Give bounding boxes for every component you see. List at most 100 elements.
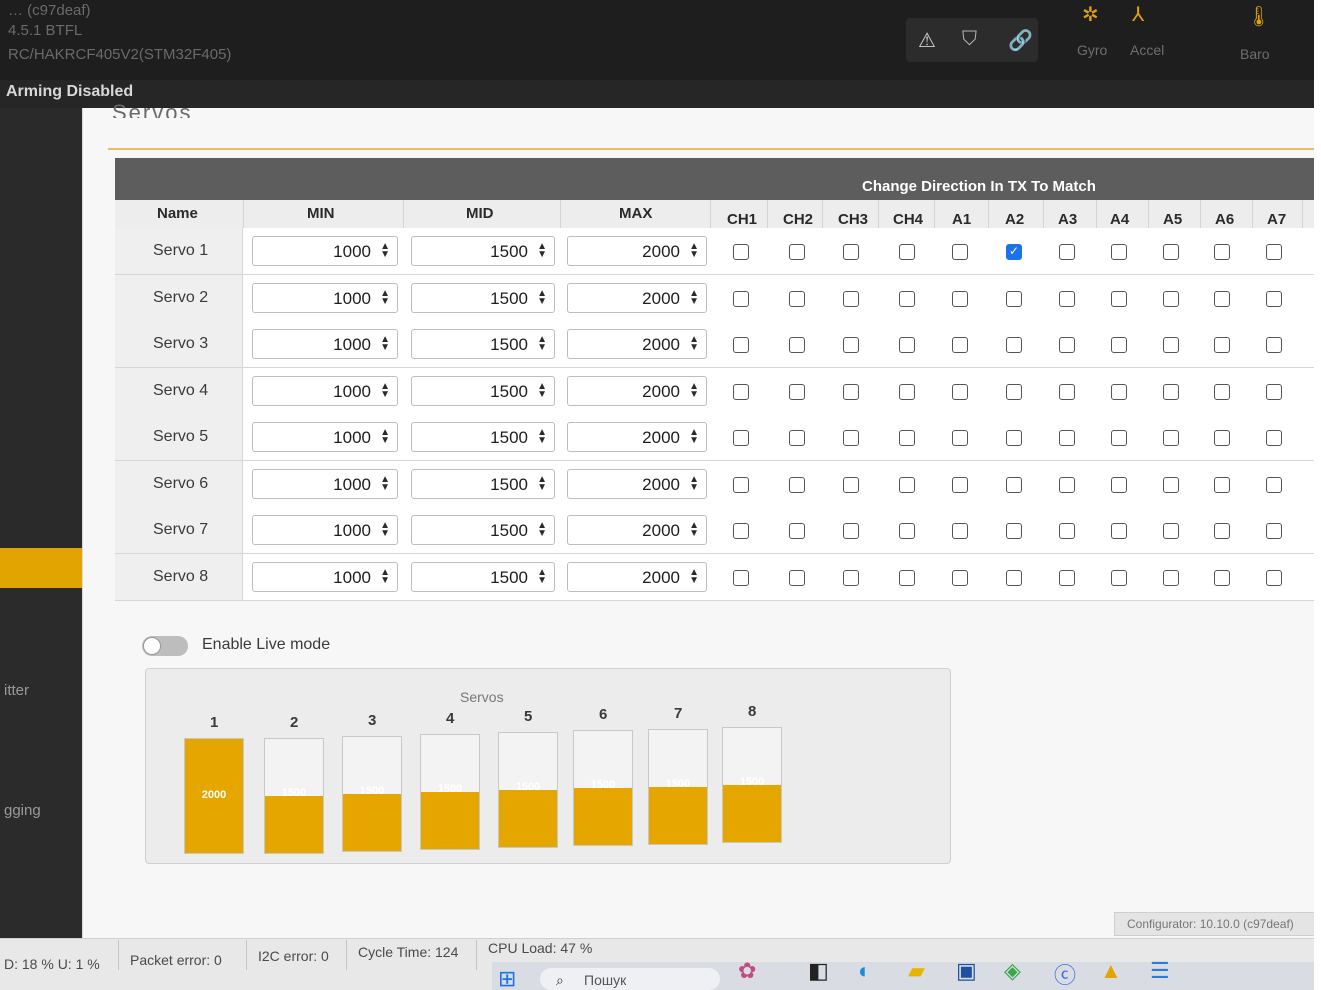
parachute-icon[interactable]: ⛉ bbox=[962, 28, 977, 51]
betaflight-icon[interactable]: ▲ bbox=[1100, 958, 1122, 984]
servo-min-input[interactable]: 1000 ▲ ▼ bbox=[252, 561, 398, 592]
reverse-checkbox-a6[interactable] bbox=[1214, 476, 1230, 493]
reverse-checkbox-a4[interactable] bbox=[1111, 290, 1127, 307]
reverse-checkbox-ch2[interactable] bbox=[789, 523, 805, 539]
spinner-arrows-icon[interactable]: ▲ ▼ bbox=[537, 474, 547, 492]
reverse-checkbox-ch2[interactable] bbox=[789, 244, 805, 260]
reverse-checkbox-a5[interactable] bbox=[1163, 290, 1179, 307]
servo-min-input[interactable]: 1000 ▲ ▼ bbox=[252, 236, 398, 266]
taskbar-search[interactable] bbox=[540, 968, 720, 990]
spinner-arrows-icon[interactable]: ▲ ▼ bbox=[380, 242, 390, 260]
servo-mid-input[interactable]: 1500 ▲ ▼ bbox=[411, 236, 555, 266]
reverse-checkbox-a4[interactable] bbox=[1111, 476, 1127, 493]
servo-mid-input[interactable]: 1500 ▲ ▼ bbox=[411, 422, 555, 452]
spinner-arrows-icon[interactable]: ▲ ▼ bbox=[380, 474, 390, 492]
reverse-checkbox-a7[interactable] bbox=[1266, 383, 1282, 400]
reverse-checkbox-a5[interactable] bbox=[1163, 383, 1179, 400]
reverse-checkbox-ch4[interactable] bbox=[899, 569, 915, 586]
reverse-checkbox-ch1[interactable] bbox=[733, 476, 749, 493]
servo-mid-input[interactable]: 1500 ▲ ▼ bbox=[411, 515, 555, 545]
servo-max-input[interactable]: 2000 ▲ ▼ bbox=[567, 282, 707, 313]
reverse-checkbox-a6[interactable] bbox=[1214, 290, 1230, 307]
servo-mid-input[interactable]: 1500 ▲ ▼ bbox=[411, 561, 555, 592]
reverse-checkbox-ch3[interactable] bbox=[843, 430, 859, 446]
spinner-arrows-icon[interactable]: ▲ ▼ bbox=[689, 428, 699, 446]
reverse-checkbox-a1[interactable] bbox=[952, 337, 968, 353]
reverse-checkbox-a4[interactable] bbox=[1111, 383, 1127, 400]
reverse-checkbox-ch3[interactable] bbox=[843, 337, 859, 353]
servo-min-input[interactable]: 1000 ▲ ▼ bbox=[252, 515, 398, 545]
reverse-checkbox-a3[interactable] bbox=[1059, 430, 1075, 446]
spinner-arrows-icon[interactable]: ▲ ▼ bbox=[689, 381, 699, 399]
servo-min-input[interactable]: 1000 ▲ ▼ bbox=[252, 375, 398, 406]
reverse-checkbox-ch4[interactable] bbox=[899, 523, 915, 539]
spinner-arrows-icon[interactable]: ▲ ▼ bbox=[380, 381, 390, 399]
reverse-checkbox-a7[interactable] bbox=[1266, 569, 1282, 586]
reverse-checkbox-a6[interactable] bbox=[1214, 244, 1230, 260]
reverse-checkbox-ch4[interactable] bbox=[899, 337, 915, 353]
reverse-checkbox-a4[interactable] bbox=[1111, 337, 1127, 353]
spinner-arrows-icon[interactable]: ▲ ▼ bbox=[380, 288, 390, 306]
servo-max-input[interactable]: 2000 ▲ ▼ bbox=[567, 561, 707, 592]
reverse-checkbox-a7[interactable] bbox=[1266, 523, 1282, 539]
notepad-icon[interactable]: ☰ bbox=[1150, 958, 1170, 984]
reverse-checkbox-a3[interactable] bbox=[1059, 337, 1075, 353]
sidebar-item-blackbox[interactable]: itter bbox=[4, 682, 29, 699]
reverse-checkbox-ch1[interactable] bbox=[733, 383, 749, 400]
reverse-checkbox-a2[interactable] bbox=[1006, 476, 1022, 493]
reverse-checkbox-a7[interactable] bbox=[1266, 244, 1282, 260]
spinner-arrows-icon[interactable]: ▲ ▼ bbox=[537, 521, 547, 539]
reverse-checkbox-a3[interactable] bbox=[1059, 523, 1075, 539]
spinner-arrows-icon[interactable]: ▲ ▼ bbox=[689, 288, 699, 306]
warning-icon[interactable]: ⚠ bbox=[918, 28, 936, 53]
reverse-checkbox-a7[interactable] bbox=[1266, 337, 1282, 353]
spinner-arrows-icon[interactable]: ▲ ▼ bbox=[537, 428, 547, 446]
servo-max-input[interactable]: 2000 ▲ ▼ bbox=[567, 468, 707, 499]
reverse-checkbox-a5[interactable] bbox=[1163, 476, 1179, 493]
task-view-icon[interactable]: ◧ bbox=[808, 958, 829, 984]
servo-mid-input[interactable]: 1500 ▲ ▼ bbox=[411, 375, 555, 406]
spinner-arrows-icon[interactable]: ▲ ▼ bbox=[689, 567, 699, 585]
reverse-checkbox-a6[interactable] bbox=[1214, 523, 1230, 539]
reverse-checkbox-a2[interactable]: ✓ bbox=[1006, 244, 1022, 260]
reverse-checkbox-a2[interactable] bbox=[1006, 383, 1022, 400]
reverse-checkbox-a1[interactable] bbox=[952, 523, 968, 539]
reverse-checkbox-ch1[interactable] bbox=[733, 523, 749, 539]
reverse-checkbox-ch2[interactable] bbox=[789, 383, 805, 400]
servo-min-input[interactable]: 1000 ▲ ▼ bbox=[252, 422, 398, 452]
reverse-checkbox-a1[interactable] bbox=[952, 430, 968, 446]
reverse-checkbox-a2[interactable] bbox=[1006, 569, 1022, 586]
servo-min-input[interactable]: 1000 ▲ ▼ bbox=[252, 329, 398, 359]
reverse-checkbox-ch1[interactable] bbox=[733, 430, 749, 446]
reverse-checkbox-a5[interactable] bbox=[1163, 244, 1179, 260]
spinner-arrows-icon[interactable]: ▲ ▼ bbox=[537, 242, 547, 260]
servo-min-input[interactable]: 1000 ▲ ▼ bbox=[252, 468, 398, 499]
spinner-arrows-icon[interactable]: ▲ ▼ bbox=[380, 335, 390, 353]
edge-icon[interactable]: ◐ bbox=[858, 958, 871, 984]
reverse-checkbox-a1[interactable] bbox=[952, 383, 968, 400]
servo-max-input[interactable]: 2000 ▲ ▼ bbox=[567, 375, 707, 406]
servo-max-input[interactable]: 2000 ▲ ▼ bbox=[567, 236, 707, 266]
reverse-checkbox-ch3[interactable] bbox=[843, 244, 859, 260]
spinner-arrows-icon[interactable]: ▲ ▼ bbox=[689, 474, 699, 492]
reverse-checkbox-a2[interactable] bbox=[1006, 290, 1022, 307]
reverse-checkbox-ch1[interactable] bbox=[733, 569, 749, 586]
store-icon[interactable]: ▣ bbox=[956, 958, 977, 984]
reverse-checkbox-a2[interactable] bbox=[1006, 337, 1022, 353]
reverse-checkbox-a6[interactable] bbox=[1214, 430, 1230, 446]
servo-max-input[interactable]: 2000 ▲ ▼ bbox=[567, 422, 707, 452]
reverse-checkbox-a1[interactable] bbox=[952, 244, 968, 260]
reverse-checkbox-ch1[interactable] bbox=[733, 290, 749, 307]
reverse-checkbox-a5[interactable] bbox=[1163, 337, 1179, 353]
reverse-checkbox-a7[interactable] bbox=[1266, 290, 1282, 307]
reverse-checkbox-ch4[interactable] bbox=[899, 244, 915, 260]
spinner-arrows-icon[interactable]: ▲ ▼ bbox=[689, 521, 699, 539]
explorer-icon[interactable]: ▰ bbox=[908, 958, 925, 984]
link-icon[interactable]: 🔗 bbox=[1008, 28, 1033, 53]
reverse-checkbox-ch4[interactable] bbox=[899, 430, 915, 446]
reverse-checkbox-a7[interactable] bbox=[1266, 476, 1282, 493]
servo-max-input[interactable]: 2000 ▲ ▼ bbox=[567, 329, 707, 359]
spinner-arrows-icon[interactable]: ▲ ▼ bbox=[537, 288, 547, 306]
reverse-checkbox-a6[interactable] bbox=[1214, 337, 1230, 353]
spinner-arrows-icon[interactable]: ▲ ▼ bbox=[689, 335, 699, 353]
